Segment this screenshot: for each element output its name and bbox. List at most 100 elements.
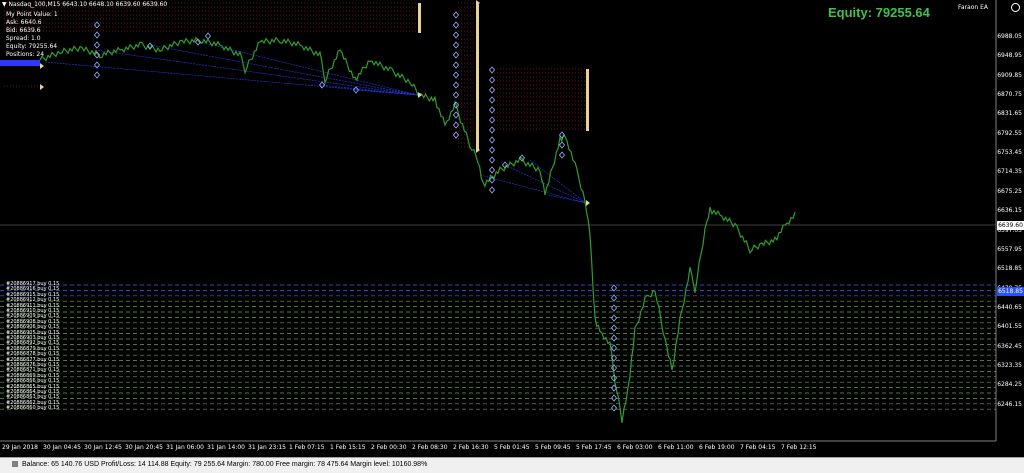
- price-tick-label: 6440.65: [997, 303, 1022, 311]
- trade-marker-icon[interactable]: [452, 71, 460, 79]
- fan-line: [504, 164, 587, 204]
- smiley-icon[interactable]: [1011, 3, 1020, 12]
- trade-marker-icon[interactable]: [452, 131, 460, 139]
- trade-marker-icon[interactable]: [488, 86, 496, 94]
- arrow-marker-icon[interactable]: [586, 200, 590, 206]
- trade-marker-icon[interactable]: [488, 126, 496, 134]
- trade-marker-icon[interactable]: [488, 166, 496, 174]
- price-tick-label: 6401.55: [997, 323, 1022, 331]
- trade-marker-icon[interactable]: [488, 146, 496, 154]
- time-tick-label: 6 Feb 19:00: [699, 444, 735, 451]
- chart-title: ▼ Nasdaq_100,M15 6643.10 6648.10 6639.60…: [2, 1, 167, 9]
- time-tick-label: 5 Feb 01:45: [494, 444, 530, 451]
- trade-marker-icon[interactable]: [488, 186, 496, 194]
- fan-line: [94, 49, 419, 96]
- trade-marker-icon[interactable]: [610, 394, 618, 402]
- current-price-tag: 6639.60: [997, 221, 1024, 230]
- price-tick-label: 6518.85: [997, 265, 1022, 273]
- order-price-tag: 6518.85: [997, 287, 1024, 296]
- price-line: [39, 36, 796, 423]
- info-line: Ask: 6640.6: [6, 19, 42, 26]
- time-tick-label: 30 Jan 12:45: [84, 444, 122, 451]
- time-tick-label: 5 Feb 17:45: [576, 444, 612, 451]
- time-tick-label: 6 Feb 03:00: [617, 444, 653, 451]
- trade-marker-icon[interactable]: [452, 31, 460, 39]
- time-tick-label: 31 Jan 14:00: [207, 444, 245, 451]
- trade-marker-icon[interactable]: [488, 66, 496, 74]
- time-tick-label: 2 Feb 16:30: [453, 444, 489, 451]
- price-tick-label: 6362.45: [997, 342, 1022, 350]
- trade-marker-icon[interactable]: [610, 304, 618, 312]
- time-tick-label: 31 Jan 06:00: [166, 444, 204, 451]
- trade-marker-icon[interactable]: [488, 96, 496, 104]
- arrow-marker-icon[interactable]: [418, 92, 422, 98]
- status-text: Balance: 65 140.76 USD Profit/Loss: 14 1…: [21, 461, 428, 468]
- trade-marker-icon[interactable]: [452, 51, 460, 59]
- time-tick-label: 6 Feb 11:00: [658, 444, 694, 451]
- trade-marker-icon[interactable]: [610, 334, 618, 342]
- pending-grid: [458, 2, 479, 150]
- info-line: Positions: 24: [6, 51, 45, 58]
- arrow-marker-icon[interactable]: [40, 63, 44, 69]
- time-tick-label: 7 Feb 12:15: [781, 444, 817, 451]
- time-tick-label: 30 Jan 04:45: [43, 444, 81, 451]
- price-tick-label: 6948.95: [997, 52, 1022, 60]
- trade-marker-icon[interactable]: [488, 76, 496, 84]
- grid-end-marker: [476, 3, 479, 150]
- fan-line: [529, 159, 587, 204]
- info-line: Bid: 6639.6: [6, 27, 41, 34]
- chart-area[interactable]: [0, 0, 1024, 457]
- trade-marker-icon[interactable]: [93, 61, 101, 69]
- trade-marker-icon[interactable]: [452, 21, 460, 29]
- trade-marker-icon[interactable]: [93, 41, 101, 49]
- order-label[interactable]: #20886860 buy 0.15: [6, 405, 59, 411]
- arrow-marker-icon[interactable]: [40, 84, 44, 90]
- grid-end-marker: [586, 69, 589, 131]
- time-tick-label: 5 Feb 09:45: [535, 444, 571, 451]
- price-tick-label: 6870.75: [997, 91, 1022, 99]
- trade-marker-icon[interactable]: [452, 91, 460, 99]
- trade-marker-icon[interactable]: [93, 71, 101, 79]
- price-chart[interactable]: [0, 0, 1024, 457]
- time-tick-label: 1 Feb 07:15: [289, 444, 325, 451]
- price-tick-label: 6753.45: [997, 149, 1022, 157]
- symbol-title: Nasdaq_100,M15 6643.10 6648.10 6639.60 6…: [8, 1, 168, 8]
- ea-name: Faraon EA: [958, 4, 988, 11]
- trade-marker-icon[interactable]: [93, 31, 101, 39]
- time-tick-label: 7 Feb 04:15: [740, 444, 776, 451]
- fan-lines: [0, 41, 587, 204]
- trade-marker-icon[interactable]: [488, 136, 496, 144]
- trade-marker-icon[interactable]: [610, 404, 618, 412]
- trade-marker-icon[interactable]: [452, 121, 460, 129]
- price-tick-label: 6636.15: [997, 207, 1022, 215]
- pending-grid: [4, 85, 43, 87]
- price-tick-label: 6557.95: [997, 245, 1022, 253]
- trade-marker-icon[interactable]: [610, 314, 618, 322]
- trade-marker-icon[interactable]: [452, 41, 460, 49]
- price-tick-label: 6909.85: [997, 71, 1022, 79]
- grid-end-marker: [418, 3, 421, 33]
- trade-marker-icon[interactable]: [452, 11, 460, 19]
- info-line: My Point Value: 1: [6, 11, 58, 18]
- pending-grid-blocks: [4, 2, 589, 150]
- trade-marker-icon[interactable]: [488, 156, 496, 164]
- trade-marker-icon[interactable]: [488, 116, 496, 124]
- pending-grid: [494, 68, 589, 131]
- price-tick-label: 6714.35: [997, 168, 1022, 176]
- info-line: Spread: 1.0: [6, 35, 41, 42]
- price-tick-label: 6792.55: [997, 129, 1022, 137]
- equity-display: Equity: 79255.64: [828, 5, 930, 20]
- dropdown-triangle-icon[interactable]: ▼: [2, 1, 7, 8]
- trade-marker-icon[interactable]: [452, 81, 460, 89]
- entry-zone: [0, 60, 40, 66]
- trade-marker-icon[interactable]: [558, 151, 566, 159]
- fan-line: [479, 174, 587, 204]
- trade-marker-icon[interactable]: [488, 106, 496, 114]
- time-tick-label: 1 Feb 15:15: [330, 444, 366, 451]
- fan-line: [149, 44, 419, 96]
- account-icon: [12, 461, 18, 468]
- trade-marker-icon[interactable]: [558, 141, 566, 149]
- price-tick-label: 6323.35: [997, 361, 1022, 369]
- trade-marker-icon[interactable]: [452, 61, 460, 69]
- order-lines: [0, 284, 996, 410]
